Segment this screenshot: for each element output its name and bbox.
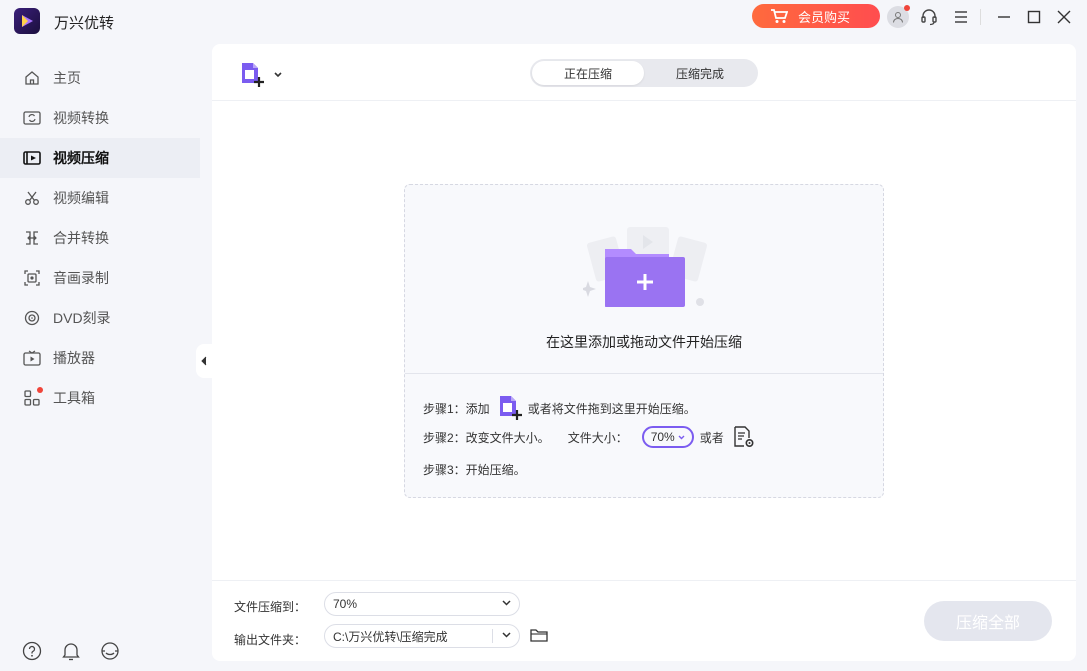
notification-dot xyxy=(904,5,910,11)
menu-icon[interactable] xyxy=(950,6,972,28)
sidebar-bottom-icons xyxy=(22,640,120,662)
file-size-dropdown[interactable]: 70% xyxy=(641,426,694,448)
drop-zone-hint: 在这里添加或拖动文件开始压缩 xyxy=(546,334,742,350)
sidebar-item-label: DVD刻录 xyxy=(53,310,111,326)
sidebar-item-label: 视频编辑 xyxy=(53,190,109,206)
cart-icon xyxy=(771,9,788,23)
sidebar-collapse-handle[interactable] xyxy=(196,344,212,378)
compress-to-select[interactable]: 70% xyxy=(324,592,520,616)
video-convert-icon xyxy=(23,109,41,127)
sidebar-item-player[interactable]: 播放器 xyxy=(0,338,200,378)
output-folder-select[interactable]: C:\万兴优转\压缩完成 xyxy=(324,624,520,648)
step-2-or: 或者 xyxy=(699,430,724,445)
chevron-down-icon xyxy=(502,600,511,606)
video-compress-icon xyxy=(23,149,41,167)
sidebar-item-video-edit[interactable]: 视频编辑 xyxy=(0,178,200,218)
title-bar: 万兴优转 会员购买 xyxy=(0,0,1087,40)
maximize-icon[interactable] xyxy=(1023,6,1045,28)
sidebar-item-label: 视频压缩 xyxy=(53,150,109,166)
minimize-icon[interactable] xyxy=(993,6,1015,28)
step-2-size-label: 文件大小： xyxy=(567,430,628,445)
step-1-prefix: 步骤1：添加 xyxy=(423,401,490,416)
add-file-button[interactable] xyxy=(240,62,282,88)
vip-purchase-label: 会员购买 xyxy=(798,9,851,25)
file-settings-icon[interactable] xyxy=(732,425,756,449)
output-folder-path: C:\万兴优转\压缩完成 xyxy=(333,629,448,644)
drop-zone-divider xyxy=(405,373,883,374)
toolbox-badge xyxy=(37,387,43,393)
status-tabs: 正在压缩 压缩完成 xyxy=(530,59,758,87)
chevron-down-icon xyxy=(274,72,282,78)
file-size-value: 70% xyxy=(650,430,675,444)
output-folder-label: 输出文件夹： xyxy=(234,633,307,647)
sidebar-item-label: 音画录制 xyxy=(53,270,109,286)
sidebar: 主页 视频转换 视频压缩 视频编辑 合并转换 音画录制 DVD刻录 播放器 工具… xyxy=(0,58,200,418)
help-icon[interactable] xyxy=(22,640,42,662)
drop-zone[interactable]: 在这里添加或拖动文件开始压缩 步骤1：添加 或者将文件拖到这里开始压缩。 步骤2… xyxy=(404,184,884,498)
compress-all-button[interactable]: 压缩全部 xyxy=(924,601,1052,641)
step-2: 步骤2：改变文件大小。 文件大小： 70% 或者 xyxy=(423,425,756,449)
sidebar-item-merge[interactable]: 合并转换 xyxy=(0,218,200,258)
step-2-prefix: 步骤2：改变文件大小。 xyxy=(423,430,550,445)
sidebar-item-video-convert[interactable]: 视频转换 xyxy=(0,98,200,138)
open-folder-icon[interactable] xyxy=(530,628,548,642)
add-file-icon xyxy=(242,63,264,87)
record-icon xyxy=(23,269,41,287)
sidebar-item-label: 合并转换 xyxy=(53,230,109,246)
add-folder-illustration-icon xyxy=(583,227,707,307)
sidebar-item-label: 工具箱 xyxy=(53,390,95,406)
chevron-left-icon xyxy=(201,356,207,366)
compress-to-value: 70% xyxy=(333,597,358,611)
sidebar-item-toolbox[interactable]: 工具箱 xyxy=(0,378,200,418)
select-divider xyxy=(492,629,493,643)
titlebar-divider xyxy=(980,9,981,25)
feedback-icon[interactable] xyxy=(100,640,120,662)
merge-icon xyxy=(23,229,41,247)
footer-divider xyxy=(212,580,1076,581)
sidebar-item-home[interactable]: 主页 xyxy=(0,58,200,98)
home-icon xyxy=(23,69,41,87)
step-1: 步骤1：添加 或者将文件拖到这里开始压缩。 xyxy=(423,395,696,421)
step-3: 步骤3：开始压缩。 xyxy=(423,461,526,478)
add-file-inline-icon[interactable] xyxy=(498,395,524,421)
step-1-suffix: 或者将文件拖到这里开始压缩。 xyxy=(527,401,696,416)
compress-to-label: 文件压缩到： xyxy=(234,600,307,614)
player-icon xyxy=(23,349,41,367)
sidebar-item-dvd[interactable]: DVD刻录 xyxy=(0,298,200,338)
chevron-down-icon xyxy=(502,632,511,638)
sidebar-item-video-compress[interactable]: 视频压缩 xyxy=(0,138,200,178)
main-panel: 正在压缩 压缩完成 在这里添加或拖动文件开始压缩 步骤1：添加 或者将文件拖到这… xyxy=(212,44,1076,661)
tab-compressing[interactable]: 正在压缩 xyxy=(532,61,644,85)
sidebar-item-label: 主页 xyxy=(53,70,81,86)
vip-purchase-button[interactable]: 会员购买 xyxy=(752,4,880,28)
user-avatar[interactable] xyxy=(887,5,910,28)
tab-finished[interactable]: 压缩完成 xyxy=(644,61,756,85)
header-divider xyxy=(212,100,1076,101)
scissors-icon xyxy=(23,189,41,207)
app-title: 万兴优转 xyxy=(54,15,115,32)
app-logo-icon xyxy=(14,8,40,34)
sidebar-item-label: 播放器 xyxy=(53,350,95,366)
bell-icon[interactable] xyxy=(61,640,81,662)
sidebar-item-record[interactable]: 音画录制 xyxy=(0,258,200,298)
close-icon[interactable] xyxy=(1053,6,1075,28)
support-headset-icon[interactable] xyxy=(918,6,940,28)
chevron-down-icon xyxy=(678,435,685,439)
disc-icon xyxy=(23,309,41,327)
sidebar-item-label: 视频转换 xyxy=(53,110,109,126)
user-icon xyxy=(893,12,903,23)
step-3-text: 步骤3：开始压缩。 xyxy=(423,463,526,477)
